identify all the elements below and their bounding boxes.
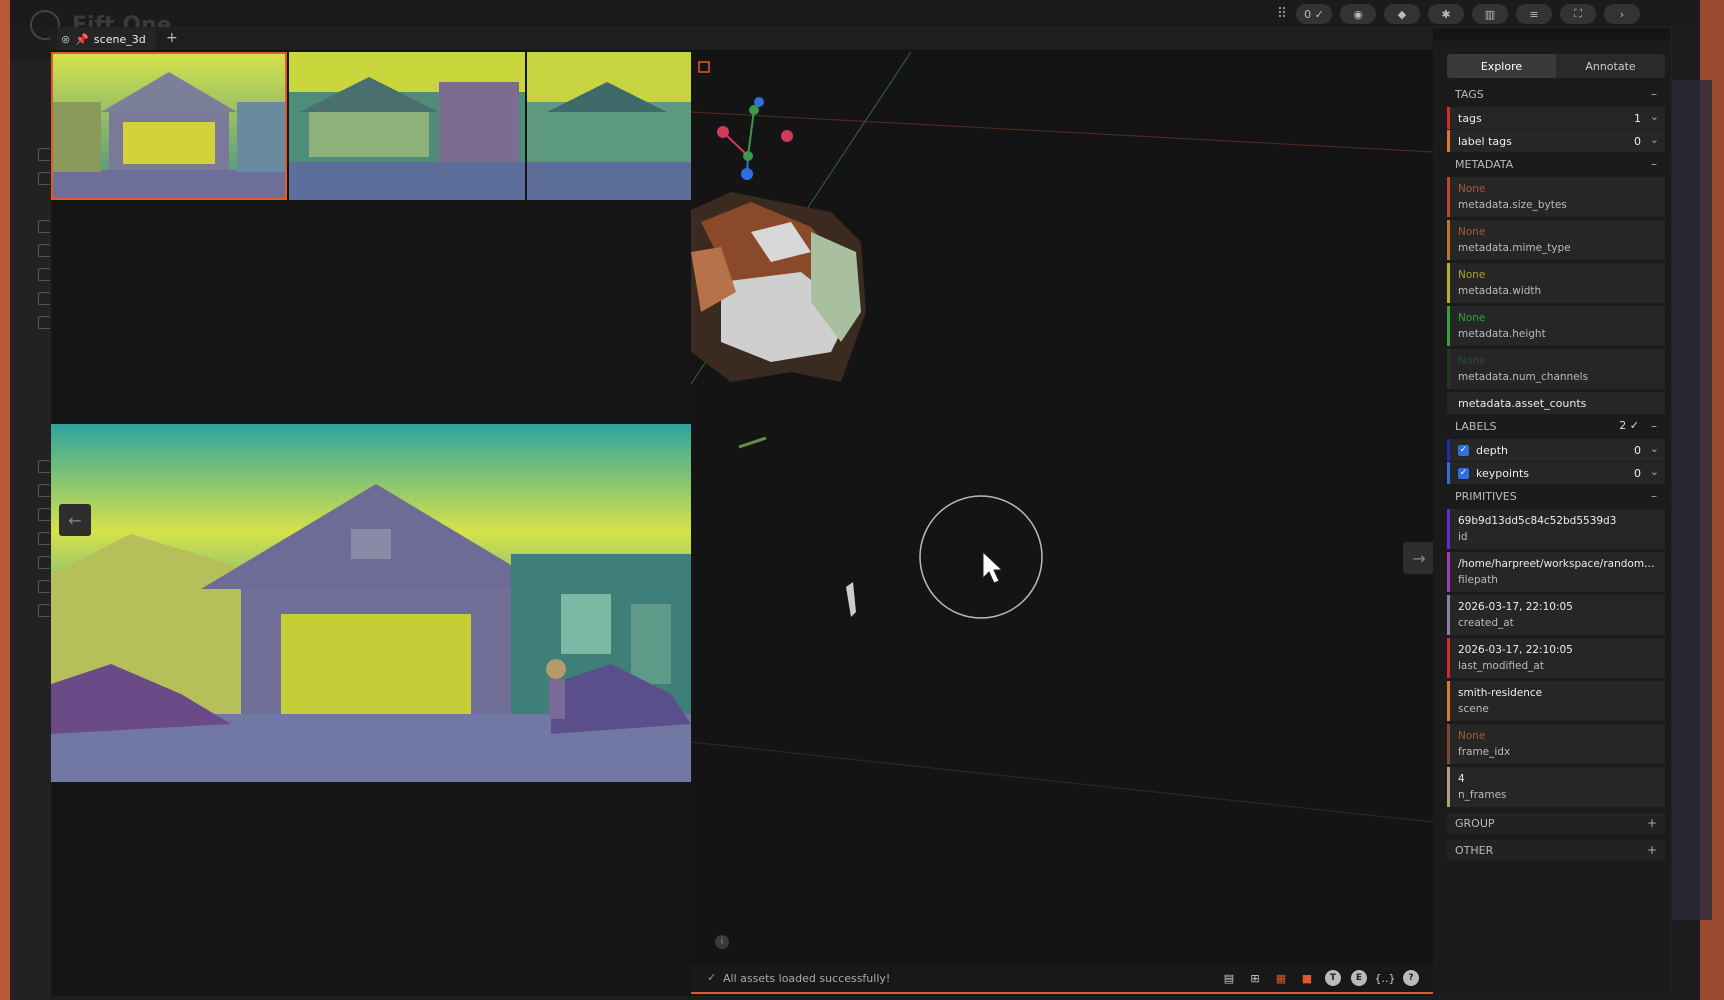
chevron-down-icon[interactable]: ⌄	[1650, 110, 1659, 123]
checkbox-checked-icon[interactable]: ✓	[1458, 467, 1469, 479]
top-bar: Fift One ⠿ 0 ✓ ◉ ◆ ✱ ▥ ≡ ⛶ ›	[10, 0, 1700, 40]
help-icon[interactable]: ?	[1403, 970, 1419, 986]
sample-modal: ⊗ 📌 scene_3d + ← → i ✓ All assets loaded…	[51, 28, 1671, 996]
tags-section-header[interactable]: TAGS –	[1447, 84, 1665, 104]
expand-icon[interactable]: +	[1647, 843, 1657, 857]
primitive-field: 2026-03-17, 22:10:05 created_at	[1447, 595, 1665, 635]
collapse-icon[interactable]: –	[1651, 489, 1657, 503]
collapse-icon[interactable]: –	[1651, 87, 1657, 101]
chat-icon[interactable]: ▤	[1221, 970, 1237, 986]
metadata-field: None metadata.height	[1447, 306, 1665, 346]
primitive-field: 4 n_frames	[1447, 767, 1665, 807]
filmstrip	[51, 52, 691, 228]
primitive-field: None frame_idx	[1447, 724, 1665, 764]
label-keypoints-row[interactable]: ✓ keypoints 0 ⌄	[1447, 462, 1665, 484]
collapse-icon[interactable]: –	[1651, 157, 1657, 171]
chevron-right-icon[interactable]: ›	[1604, 4, 1640, 24]
thumbnail-frame-2[interactable]	[289, 52, 525, 200]
list-icon[interactable]: ≡	[1516, 4, 1552, 24]
chevron-down-icon[interactable]: ⌄	[1650, 442, 1659, 455]
add-tab-button[interactable]: +	[166, 30, 178, 46]
primitive-field: 69b9d13dd5c84c52bd5539d3 id	[1447, 509, 1665, 549]
toolbar-actions: ⠿ 0 ✓ ◉ ◆ ✱ ▥ ≡ ⛶ ›	[1276, 4, 1640, 24]
metadata-field: None metadata.mime_type	[1447, 220, 1665, 260]
gear-icon[interactable]: ✱	[1428, 4, 1464, 24]
chevron-down-icon[interactable]: ⌄	[1650, 465, 1659, 478]
mode-switch: Explore Annotate	[1447, 54, 1665, 78]
primitives-section-header[interactable]: PRIMITIVES –	[1447, 486, 1665, 506]
split-view-icon[interactable]: ▥	[1472, 4, 1508, 24]
text-toggle-icon[interactable]: T	[1325, 970, 1341, 986]
metadata-field: None metadata.num_channels	[1447, 349, 1665, 389]
primitive-field: 2026-03-17, 22:10:05 last_modified_at	[1447, 638, 1665, 678]
selection-count-pill[interactable]: 0 ✓	[1296, 4, 1332, 24]
thumbnail-frame-1[interactable]	[51, 52, 287, 200]
metadata-field: None metadata.width	[1447, 263, 1665, 303]
background-grid-edge	[1672, 80, 1712, 920]
primitive-field: /home/harpreet/workspace/random_... file…	[1447, 552, 1665, 592]
modal-tab-bar: ⊗ 📌 scene_3d +	[51, 28, 1433, 51]
next-arrow-button[interactable]: →	[1403, 542, 1433, 574]
thumbnail-frame-3[interactable]	[527, 52, 691, 200]
primitive-field: smith-residence scene	[1447, 681, 1665, 721]
label-tags-row[interactable]: label tags 0 ⌄	[1447, 130, 1665, 152]
drag-handle-icon[interactable]: ⠿	[1276, 4, 1288, 24]
json-icon[interactable]: {..}	[1375, 970, 1396, 986]
background-sidebar	[10, 60, 52, 1000]
metadata-asset-counts-row[interactable]: metadata.asset_counts	[1447, 392, 1665, 414]
tags-row[interactable]: tags 1 ⌄	[1447, 107, 1665, 129]
3d-viewer[interactable]: → i	[691, 52, 1433, 972]
camera-icon[interactable]: ■	[1299, 970, 1315, 986]
palette-icon[interactable]: ◉	[1340, 4, 1376, 24]
status-message: All assets loaded successfully!	[723, 972, 891, 985]
sample-sidebar: Explore Annotate TAGS – tags 1 ⌄ label t…	[1433, 40, 1671, 996]
metadata-section-header[interactable]: METADATA –	[1447, 154, 1665, 174]
chevron-down-icon[interactable]: ⌄	[1650, 133, 1659, 146]
labels-section-header[interactable]: LABELS 2 ✓ –	[1447, 416, 1665, 436]
expand-icon[interactable]: +	[1647, 816, 1657, 830]
tab-explore[interactable]: Explore	[1447, 54, 1556, 78]
fullscreen-icon[interactable]: ⛶	[1560, 4, 1596, 24]
check-icon: ✓	[707, 971, 717, 984]
main-image: ←	[51, 424, 691, 782]
label-depth-row[interactable]: ✓ depth 0 ⌄	[1447, 439, 1665, 461]
checkbox-checked-icon[interactable]: ✓	[1458, 444, 1469, 456]
collapse-icon[interactable]: –	[1651, 419, 1657, 433]
grid-icon[interactable]: ▦	[1273, 970, 1289, 986]
viewer-controls: ▤ ⊞ ▦ ■ T E {..} ?	[1221, 970, 1419, 986]
hierarchy-icon[interactable]: ⊞	[1247, 970, 1263, 986]
pin-icon: 📌	[75, 32, 89, 46]
tab-label: scene_3d	[93, 32, 146, 46]
previous-arrow-button[interactable]: ←	[59, 504, 91, 536]
other-section-header[interactable]: OTHER +	[1447, 840, 1665, 860]
tab-scene-3d[interactable]: ⊗ 📌 scene_3d	[57, 28, 156, 50]
close-icon[interactable]: ⊗	[61, 33, 70, 46]
metadata-field: None metadata.size_bytes	[1447, 177, 1665, 217]
viewer-status-bar: ✓ All assets loaded successfully! ▤ ⊞ ▦ …	[691, 964, 1433, 994]
tag-icon[interactable]: ◆	[1384, 4, 1420, 24]
group-section-header[interactable]: GROUP +	[1447, 813, 1665, 833]
e-toggle-icon[interactable]: E	[1351, 970, 1367, 986]
tab-annotate[interactable]: Annotate	[1556, 54, 1665, 78]
info-icon[interactable]: i	[715, 935, 729, 949]
